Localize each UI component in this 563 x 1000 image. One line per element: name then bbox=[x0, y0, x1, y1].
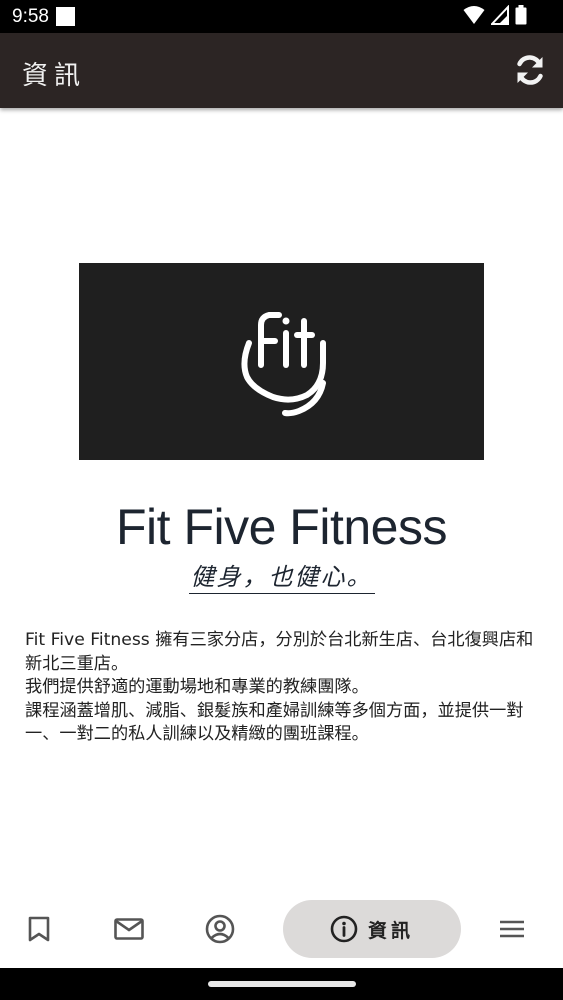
description-line: Fit Five Fitness 擁有三家分店，分別於台北新生店、台北復興店和新… bbox=[25, 630, 534, 674]
refresh-icon bbox=[517, 55, 543, 85]
menu-icon bbox=[500, 920, 524, 938]
nav-item-menu[interactable] bbox=[486, 900, 538, 958]
info-icon bbox=[330, 915, 358, 943]
nav-item-label: 資訊 bbox=[367, 919, 414, 942]
nav-item-info[interactable]: 資訊 bbox=[283, 900, 461, 958]
wifi-icon bbox=[463, 6, 485, 24]
bottom-navigation: 資訊 bbox=[0, 890, 563, 968]
account-circle-icon bbox=[205, 914, 235, 944]
system-navigation-bar bbox=[0, 968, 563, 1000]
battery-icon bbox=[515, 5, 527, 25]
nav-item-account[interactable] bbox=[193, 900, 247, 958]
mail-icon bbox=[114, 918, 144, 940]
brand-tagline: 健身，也健心。 bbox=[0, 557, 563, 594]
nav-item-bookmark[interactable] bbox=[14, 900, 64, 958]
page-title: 資訊 bbox=[22, 61, 87, 91]
status-time: 9:58 bbox=[12, 6, 49, 27]
tagline-text: 健身，也健心。 bbox=[188, 563, 375, 594]
app-bar: 資訊 bbox=[0, 33, 563, 108]
status-icons bbox=[463, 5, 527, 25]
bookmark-icon bbox=[28, 916, 50, 942]
nav-item-mail[interactable] bbox=[103, 900, 155, 958]
refresh-button[interactable] bbox=[513, 53, 547, 87]
brand-name: Fit Five Fitness bbox=[116, 499, 447, 555]
cellular-signal-icon bbox=[491, 5, 509, 25]
description-line: 課程涵蓋增肌、減脂、銀髮族和產婦訓練等多個方面，並提供一對一、一對二的私人訓練以… bbox=[25, 700, 524, 745]
status-bar: 9:58 bbox=[0, 0, 563, 33]
home-gesture-handle[interactable] bbox=[208, 981, 356, 987]
brand-logo bbox=[79, 263, 484, 460]
fit-logo-mark bbox=[241, 312, 326, 417]
description: Fit Five Fitness 擁有三家分店，分別於台北新生店、台北復興店和新… bbox=[25, 629, 545, 747]
notification-square-icon bbox=[56, 7, 75, 26]
description-line: 我們提供舒適的運動場地和專業的教練團隊。 bbox=[25, 677, 369, 697]
